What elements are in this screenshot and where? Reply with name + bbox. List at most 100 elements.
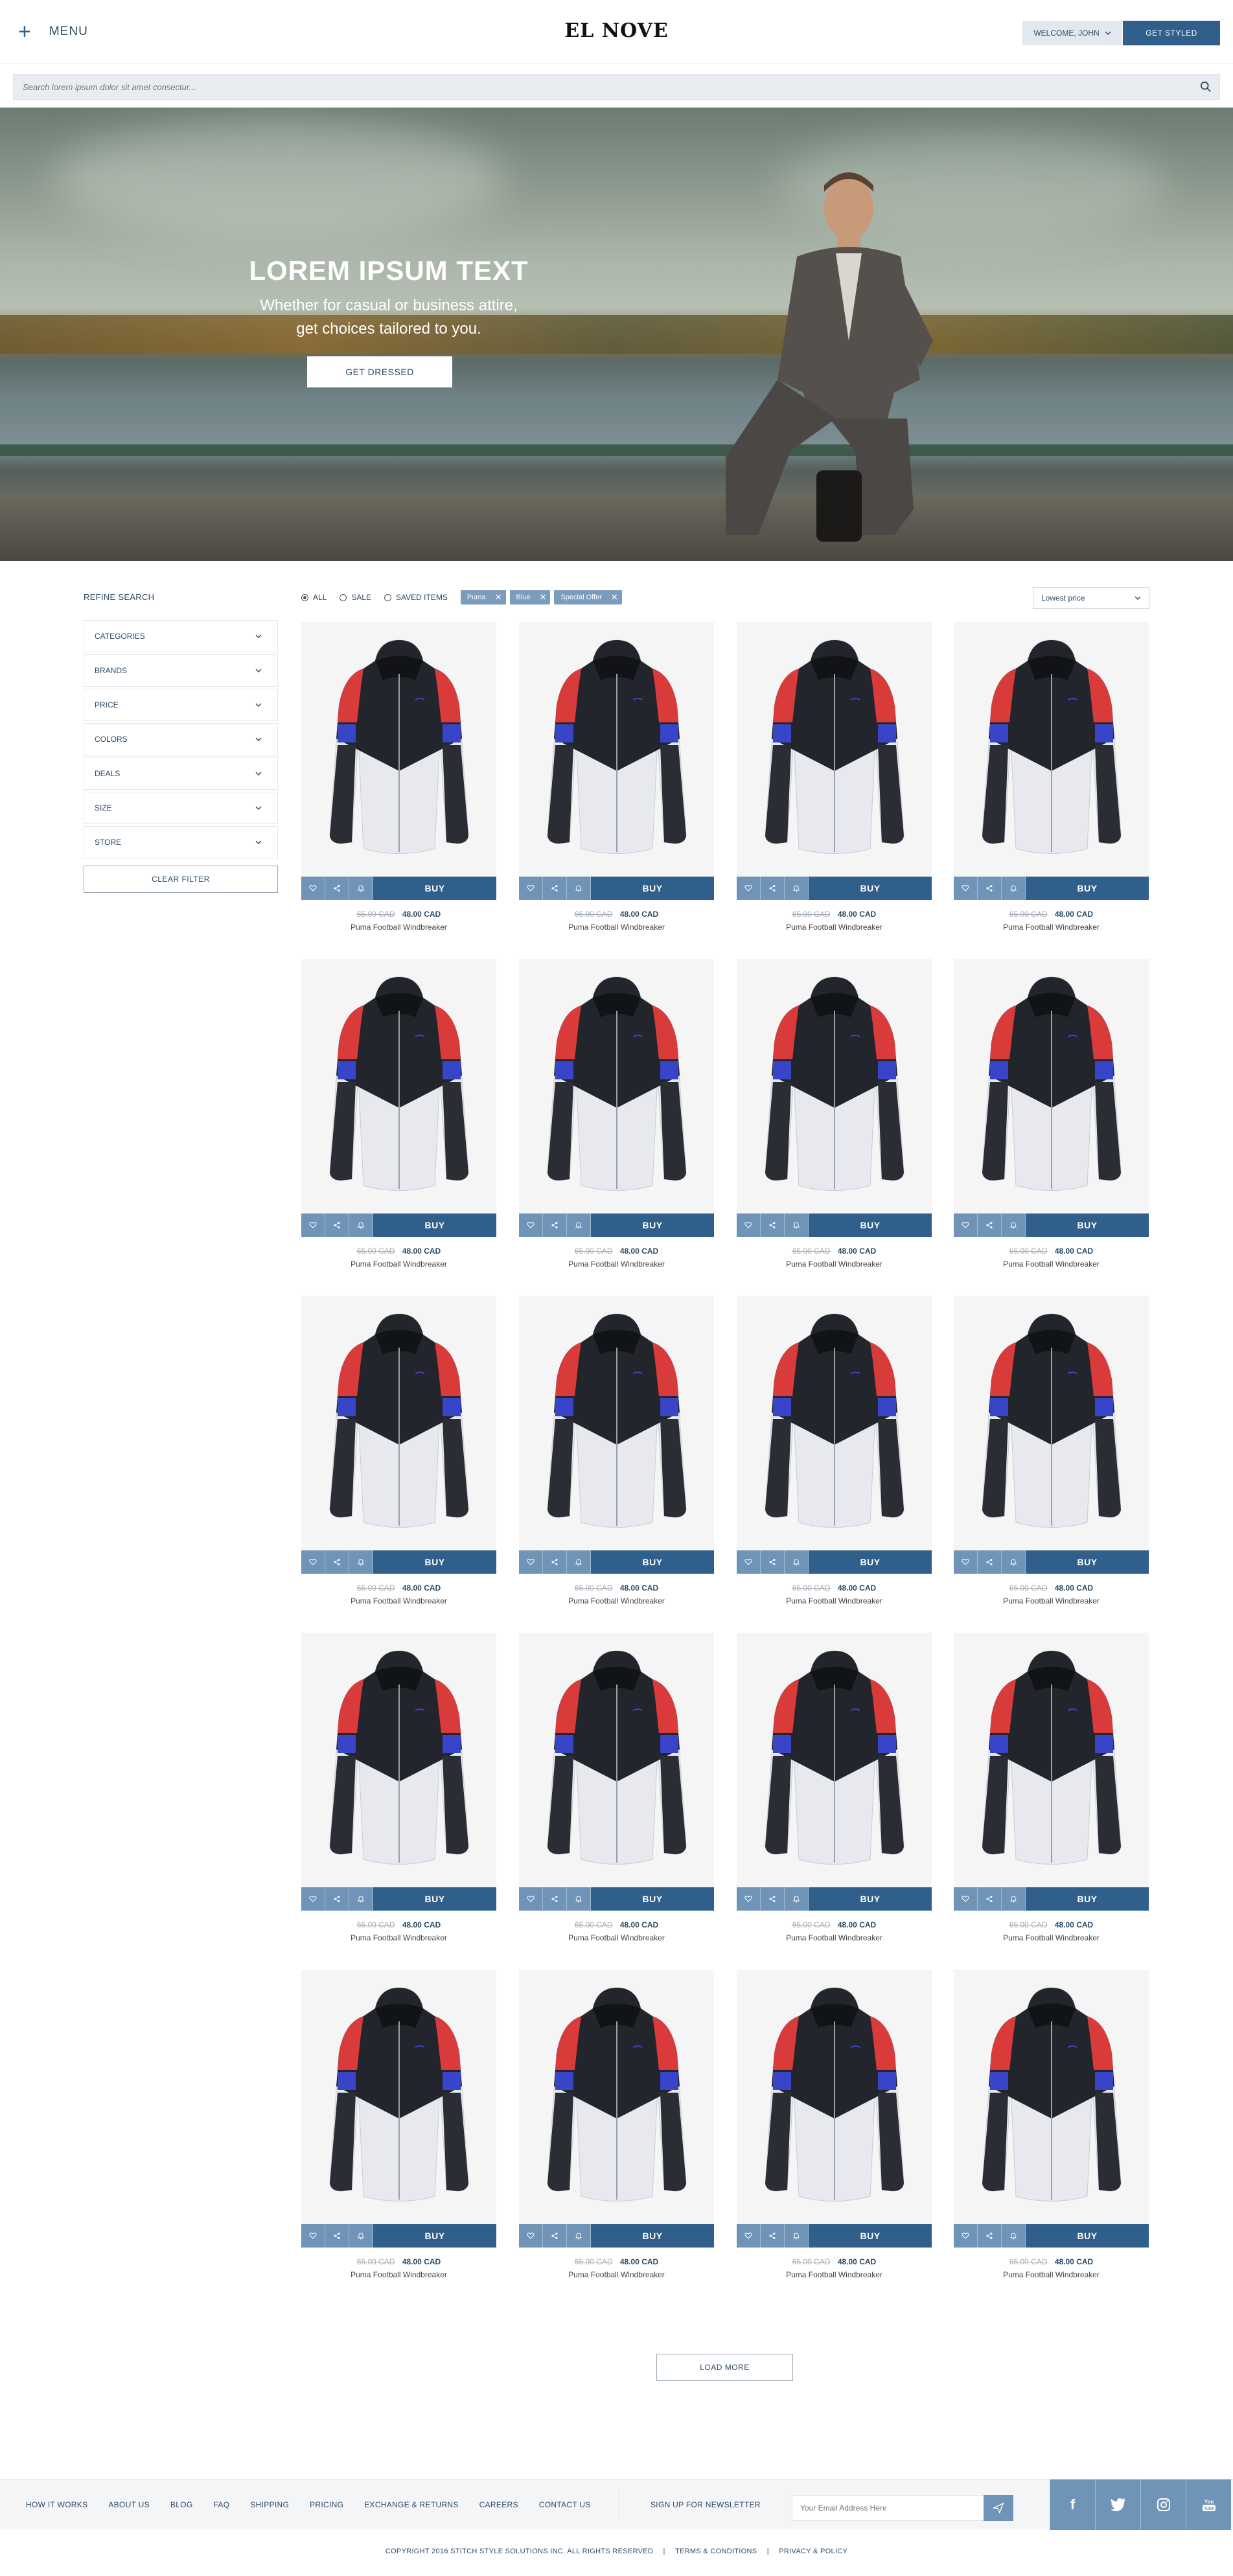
buy-button[interactable]: BUY — [373, 1213, 496, 1237]
bell-icon[interactable] — [349, 1550, 373, 1574]
heart-icon[interactable] — [519, 1887, 543, 1911]
heart-icon[interactable] — [737, 1550, 761, 1574]
buy-button[interactable]: BUY — [809, 1550, 932, 1574]
share-icon[interactable] — [325, 877, 349, 900]
radio-all[interactable]: ALL — [301, 593, 327, 602]
product-card[interactable]: BUY 65.00 CAD 48.00 CAD Puma Football Wi… — [519, 1296, 714, 1633]
share-icon[interactable] — [978, 1550, 1002, 1574]
bell-icon[interactable] — [1002, 877, 1026, 900]
product-image-frame[interactable] — [301, 959, 496, 1213]
bell-icon[interactable] — [349, 1887, 373, 1911]
footer-link-blog[interactable]: BLOG — [170, 2500, 193, 2509]
buy-button[interactable]: BUY — [591, 1550, 714, 1574]
product-card[interactable]: BUY 65.00 CAD 48.00 CAD Puma Football Wi… — [301, 1633, 496, 1970]
product-image-frame[interactable] — [737, 622, 932, 877]
product-image-frame[interactable] — [954, 1970, 1149, 2224]
heart-icon[interactable] — [519, 877, 543, 900]
buy-button[interactable]: BUY — [809, 1213, 932, 1237]
twitter-icon[interactable] — [1095, 2479, 1140, 2530]
sort-dropdown[interactable]: Lowest price — [1033, 587, 1149, 609]
footer-link-how-it-works[interactable]: HOW IT WORKS — [26, 2500, 87, 2509]
product-card[interactable]: BUY 65.00 CAD 48.00 CAD Puma Football Wi… — [519, 1970, 714, 2306]
product-image-frame[interactable] — [954, 959, 1149, 1213]
heart-icon[interactable] — [737, 2224, 761, 2248]
buy-button[interactable]: BUY — [591, 877, 714, 900]
product-card[interactable]: BUY 65.00 CAD 48.00 CAD Puma Football Wi… — [737, 1970, 932, 2306]
buy-button[interactable]: BUY — [1026, 1213, 1149, 1237]
filter-store[interactable]: STORE — [84, 826, 278, 858]
buy-button[interactable]: BUY — [373, 1550, 496, 1574]
bell-icon[interactable] — [785, 1550, 809, 1574]
get-dressed-button[interactable]: GET DRESSED — [307, 356, 452, 387]
bell-icon[interactable] — [567, 1213, 591, 1237]
product-name[interactable]: Puma Football Windbreaker — [954, 2270, 1149, 2279]
bell-icon[interactable] — [567, 877, 591, 900]
share-icon[interactable] — [325, 1213, 349, 1237]
bell-icon[interactable] — [349, 877, 373, 900]
filter-colors[interactable]: COLORS — [84, 723, 278, 755]
share-icon[interactable] — [761, 1550, 785, 1574]
product-name[interactable]: Puma Football Windbreaker — [519, 1259, 714, 1269]
product-image-frame[interactable] — [519, 622, 714, 877]
buy-button[interactable]: BUY — [1026, 2224, 1149, 2248]
share-icon[interactable] — [978, 1887, 1002, 1911]
heart-icon[interactable] — [301, 1887, 325, 1911]
footer-link-exchange-returns[interactable]: EXCHANGE & RETURNS — [364, 2500, 458, 2509]
heart-icon[interactable] — [954, 1887, 978, 1911]
buy-button[interactable]: BUY — [591, 1213, 714, 1237]
radio-saved-items[interactable]: SAVED ITEMS — [384, 593, 448, 602]
heart-icon[interactable] — [954, 877, 978, 900]
bell-icon[interactable] — [567, 1550, 591, 1574]
product-image-frame[interactable] — [519, 959, 714, 1213]
share-icon[interactable] — [978, 1213, 1002, 1237]
product-name[interactable]: Puma Football Windbreaker — [954, 1259, 1149, 1269]
product-name[interactable]: Puma Football Windbreaker — [519, 923, 714, 932]
product-card[interactable]: BUY 65.00 CAD 48.00 CAD Puma Football Wi… — [954, 1970, 1149, 2306]
heart-icon[interactable] — [737, 877, 761, 900]
buy-button[interactable]: BUY — [809, 1887, 932, 1911]
product-card[interactable]: BUY 65.00 CAD 48.00 CAD Puma Football Wi… — [519, 622, 714, 959]
product-name[interactable]: Puma Football Windbreaker — [301, 2270, 496, 2279]
heart-icon[interactable] — [954, 2224, 978, 2248]
product-card[interactable]: BUY 65.00 CAD 48.00 CAD Puma Football Wi… — [301, 1970, 496, 2306]
instagram-icon[interactable] — [1140, 2479, 1186, 2530]
product-image-frame[interactable] — [301, 622, 496, 877]
logo[interactable]: EL NOVE — [557, 19, 676, 42]
buy-button[interactable]: BUY — [373, 2224, 496, 2248]
share-icon[interactable] — [543, 1213, 567, 1237]
product-image-frame[interactable] — [519, 1633, 714, 1887]
footer-link-contact-us[interactable]: CONTACT US — [539, 2500, 591, 2509]
bell-icon[interactable] — [1002, 1550, 1026, 1574]
search-input[interactable] — [14, 75, 1180, 99]
bell-icon[interactable] — [349, 2224, 373, 2248]
product-name[interactable]: Puma Football Windbreaker — [737, 923, 932, 932]
bell-icon[interactable] — [1002, 2224, 1026, 2248]
product-name[interactable]: Puma Football Windbreaker — [954, 923, 1149, 932]
share-icon[interactable] — [978, 2224, 1002, 2248]
footer-link-shipping[interactable]: SHIPPING — [250, 2500, 289, 2509]
product-card[interactable]: BUY 65.00 CAD 48.00 CAD Puma Football Wi… — [737, 959, 932, 1296]
search-icon[interactable] — [1200, 81, 1212, 93]
share-icon[interactable] — [761, 1213, 785, 1237]
heart-icon[interactable] — [519, 2224, 543, 2248]
product-card[interactable]: BUY 65.00 CAD 48.00 CAD Puma Football Wi… — [737, 1633, 932, 1970]
footer-link-about-us[interactable]: ABOUT US — [108, 2500, 150, 2509]
product-card[interactable]: BUY 65.00 CAD 48.00 CAD Puma Football Wi… — [737, 622, 932, 959]
share-icon[interactable] — [543, 2224, 567, 2248]
product-name[interactable]: Puma Football Windbreaker — [519, 2270, 714, 2279]
product-name[interactable]: Puma Football Windbreaker — [954, 1596, 1149, 1605]
heart-icon[interactable] — [954, 1550, 978, 1574]
send-button[interactable] — [984, 2495, 1013, 2521]
buy-button[interactable]: BUY — [373, 877, 496, 900]
product-image-frame[interactable] — [737, 1970, 932, 2224]
bell-icon[interactable] — [1002, 1213, 1026, 1237]
bell-icon[interactable] — [785, 877, 809, 900]
product-image-frame[interactable] — [301, 1633, 496, 1887]
filter-brands[interactable]: BRANDS — [84, 654, 278, 687]
product-name[interactable]: Puma Football Windbreaker — [301, 1933, 496, 1942]
bell-icon[interactable] — [1002, 1887, 1026, 1911]
buy-button[interactable]: BUY — [809, 877, 932, 900]
product-name[interactable]: Puma Football Windbreaker — [737, 1259, 932, 1269]
product-name[interactable]: Puma Football Windbreaker — [519, 1596, 714, 1605]
share-icon[interactable] — [325, 2224, 349, 2248]
